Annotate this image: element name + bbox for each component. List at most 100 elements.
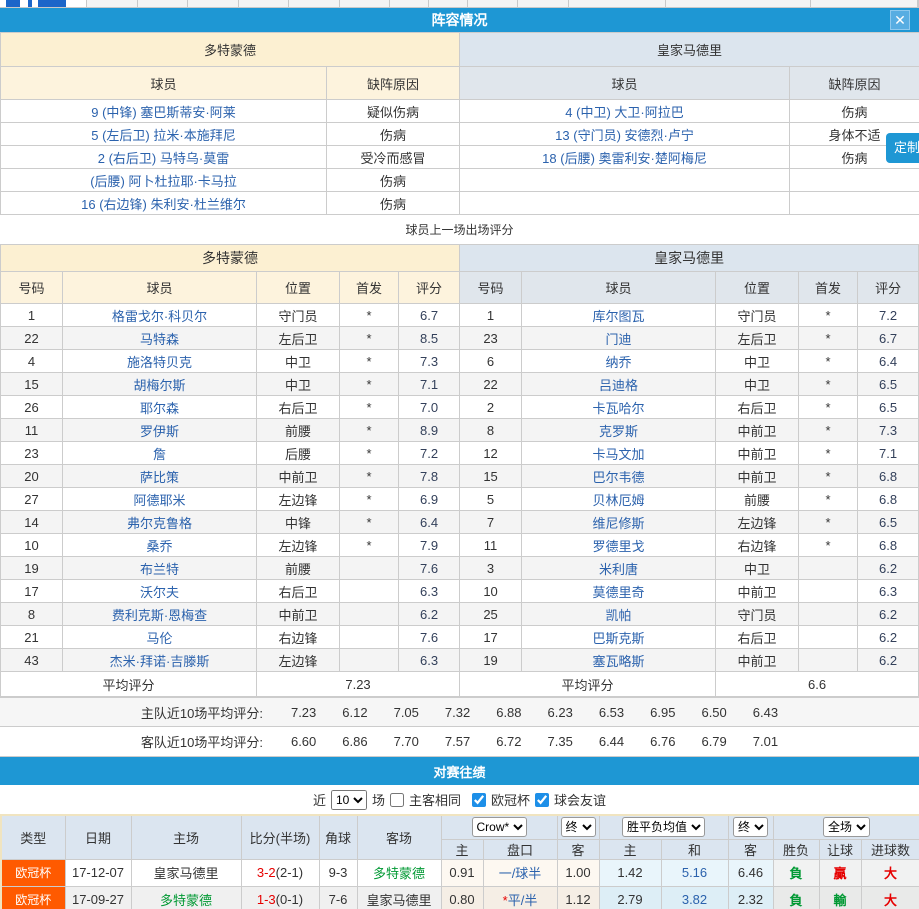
player-name-link[interactable]: 维尼修斯	[522, 511, 716, 534]
away-team[interactable]: 皇家马德里	[357, 886, 441, 909]
player-name-link[interactable]: 耶尔森	[63, 396, 257, 419]
player-name-link[interactable]: 胡梅尔斯	[63, 373, 257, 396]
home-absent-player[interactable]: 2 (右后卫) 马特乌·莫雷	[1, 146, 327, 169]
player-name-link[interactable]: 弗尔克鲁格	[63, 511, 257, 534]
player-name-link[interactable]: 贝林厄姆	[522, 488, 716, 511]
player-name-link[interactable]: 莫德里奇	[522, 580, 716, 603]
away-absent-player[interactable]: 18 (后腰) 奥雷利安·楚阿梅尼	[460, 146, 790, 169]
top-tab[interactable]	[569, 0, 666, 7]
player-name-link[interactable]: 库尔图瓦	[522, 304, 716, 327]
top-tab[interactable]	[87, 0, 137, 7]
player-position: 中前卫	[716, 580, 799, 603]
odds-stage-select[interactable]: 终	[561, 817, 596, 837]
home-absent-player[interactable]: 9 (中锋) 塞巴斯蒂安·阿莱	[1, 100, 327, 123]
h2h-title: 对赛往绩	[433, 762, 485, 781]
player-name-link[interactable]: 萨比策	[63, 465, 257, 488]
top-tab-active[interactable]	[0, 0, 87, 7]
player-name-link[interactable]: 塞瓦略斯	[522, 649, 716, 672]
player-position: 前腰	[257, 557, 340, 580]
player-rating: 6.4	[858, 350, 919, 373]
player-name-link[interactable]: 卡瓦哈尔	[522, 396, 716, 419]
player-name-link[interactable]: 杰米·拜诺·吉滕斯	[63, 649, 257, 672]
player-number: 4	[1, 350, 63, 373]
player-name-link[interactable]: 格雷戈尔·科贝尔	[63, 304, 257, 327]
home-absent-player[interactable]: 16 (右边锋) 朱利安·杜兰维尔	[1, 192, 327, 215]
same-venue-checkbox[interactable]	[390, 793, 404, 807]
col-type: 类型	[1, 815, 65, 859]
starter-flag: *	[340, 442, 399, 465]
player-name-link[interactable]: 米利唐	[522, 557, 716, 580]
player-name-link[interactable]: 纳乔	[522, 350, 716, 373]
result-wdl: 負	[773, 886, 819, 909]
customize-side-button[interactable]: 定制	[886, 133, 919, 163]
last10-value: 6.95	[650, 705, 675, 720]
bookmaker-select[interactable]: Crow*	[472, 817, 527, 837]
average-rating-row: 平均评分 7.23 平均评分 6.6	[1, 672, 919, 697]
home-absent-player[interactable]: 5 (左后卫) 拉米·本施拜尼	[1, 123, 327, 146]
top-tab[interactable]	[666, 0, 812, 7]
lineup-modal: 阵容情况 ✕ 多特蒙德 皇家马德里 球员 缺阵原因 球员 缺阵原因 9 (中锋)…	[0, 0, 919, 909]
near-label: 近	[313, 790, 326, 809]
halftime-score: (2-1)	[276, 865, 303, 880]
starter-flag: *	[799, 350, 858, 373]
top-tab[interactable]	[390, 0, 429, 7]
player-name-link[interactable]: 阿德耶米	[63, 488, 257, 511]
top-tab[interactable]	[340, 0, 390, 7]
player-name-link[interactable]: 沃尔夫	[63, 580, 257, 603]
player-rating: 7.2	[399, 442, 460, 465]
period-select[interactable]: 全场	[823, 817, 870, 837]
top-tab[interactable]	[468, 0, 518, 7]
player-number: 26	[1, 396, 63, 419]
away-team[interactable]: 多特蒙德	[357, 859, 441, 886]
player-name-link[interactable]: 马特森	[63, 327, 257, 350]
close-icon[interactable]: ✕	[890, 10, 910, 30]
top-tab[interactable]	[138, 0, 188, 7]
top-tab-icon	[6, 0, 20, 7]
player-name-link[interactable]: 克罗斯	[522, 419, 716, 442]
match-count-select[interactable]: 10	[331, 790, 367, 810]
player-name-link[interactable]: 桑乔	[63, 534, 257, 557]
player-position: 中前卫	[716, 465, 799, 488]
top-tab[interactable]	[429, 0, 468, 7]
player-name-link[interactable]: 门迪	[522, 327, 716, 350]
starter-flag	[340, 626, 399, 649]
friendly-checkbox[interactable]	[535, 793, 549, 807]
player-name-link[interactable]: 费利克斯·恩梅查	[63, 603, 257, 626]
col-score: 比分(半场)	[241, 815, 319, 859]
ratings-row: 21马伦右边锋7.617巴斯克斯右后卫6.2	[1, 626, 919, 649]
away-absent-player[interactable]: 13 (守门员) 安德烈·卢宁	[460, 123, 790, 146]
player-number: 1	[1, 304, 63, 327]
player-name-link[interactable]: 布兰特	[63, 557, 257, 580]
ratings-col-0: 号码	[1, 272, 63, 304]
wdl-stage-select[interactable]: 终	[733, 817, 768, 837]
player-name-link[interactable]: 吕迪格	[522, 373, 716, 396]
player-number: 11	[460, 534, 522, 557]
player-name-link[interactable]: 巴尔韦德	[522, 465, 716, 488]
wdl-mean-select[interactable]: 胜平负均值	[622, 817, 705, 837]
player-number: 10	[1, 534, 63, 557]
top-tab[interactable]	[239, 0, 289, 7]
player-name-link[interactable]: 罗德里戈	[522, 534, 716, 557]
top-tab[interactable]	[289, 0, 339, 7]
starter-flag	[799, 649, 858, 672]
player-name-link[interactable]: 罗伊斯	[63, 419, 257, 442]
ratings-col-2: 位置	[716, 272, 799, 304]
player-name-link[interactable]: 詹	[63, 442, 257, 465]
player-name-link[interactable]: 施洛特贝克	[63, 350, 257, 373]
player-name-link[interactable]: 马伦	[63, 626, 257, 649]
home-team[interactable]: 多特蒙德	[131, 886, 241, 909]
top-tab[interactable]	[811, 0, 918, 7]
away-absent-player[interactable]: 4 (中卫) 大卫·阿拉巴	[460, 100, 790, 123]
player-name-link[interactable]: 凯帕	[522, 603, 716, 626]
top-tab[interactable]	[188, 0, 238, 7]
ratings-row: 4施洛特贝克中卫*7.36纳乔中卫*6.4	[1, 350, 919, 373]
player-name-link[interactable]: 巴斯克斯	[522, 626, 716, 649]
player-name-link[interactable]: 卡马文加	[522, 442, 716, 465]
home-absent-player[interactable]: (后腰) 阿卜杜拉耶·卡马拉	[1, 169, 327, 192]
score-cell: 1-3(0-1)	[241, 886, 319, 909]
top-tab[interactable]	[518, 0, 568, 7]
ucl-checkbox[interactable]	[472, 793, 486, 807]
absence-table: 多特蒙德 皇家马德里 球员 缺阵原因 球员 缺阵原因 9 (中锋) 塞巴斯蒂安·…	[0, 32, 919, 215]
home-team[interactable]: 皇家马德里	[131, 859, 241, 886]
h2h-row: 欧冠杯17-09-27多特蒙德1-3(0-1)7-6皇家马德里0.80*平/半1…	[1, 886, 919, 909]
